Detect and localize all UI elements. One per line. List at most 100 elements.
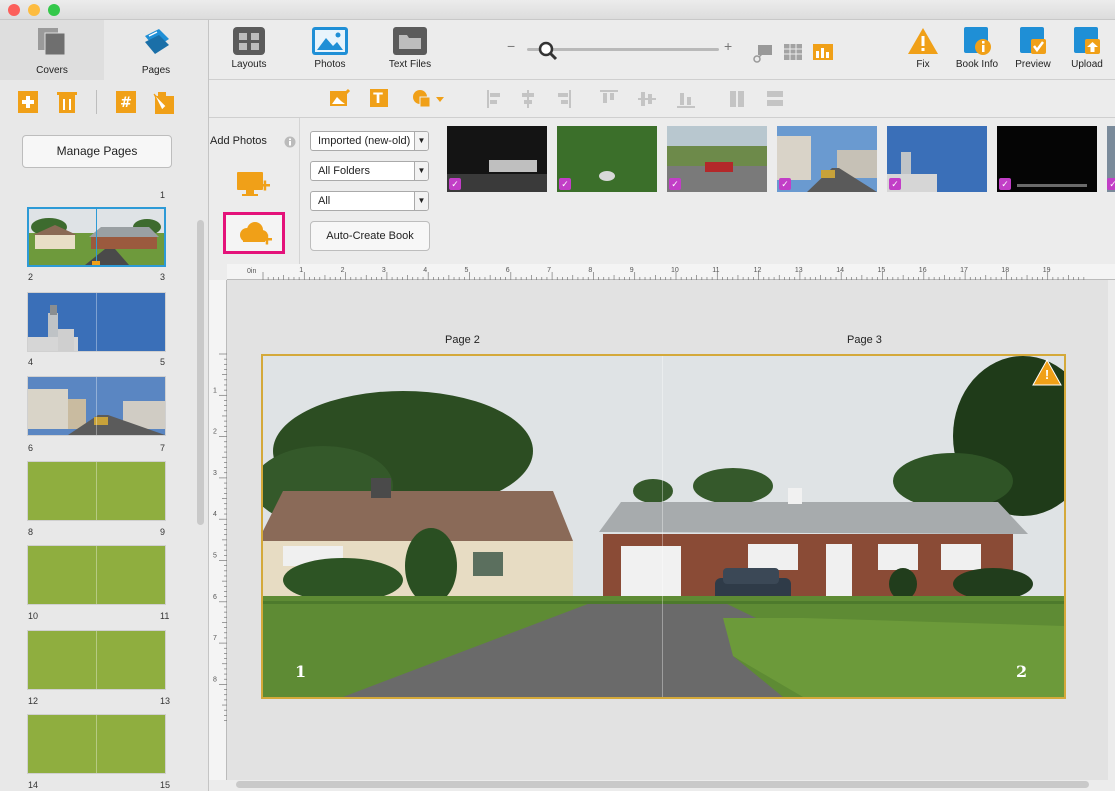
upload-button[interactable]: Upload [1067,26,1107,70]
photos-button[interactable]: Photos [307,26,353,70]
filter-select[interactable]: All ▼ [310,191,429,211]
covers-icon [38,28,66,56]
chevron-down-icon: ▼ [414,132,428,150]
sort-select[interactable]: Imported (new-old) ▼ [310,131,429,151]
edit-photo-icon[interactable] [329,88,351,108]
svg-text:#: # [120,95,132,111]
minimize-window-button[interactable] [28,4,40,16]
layouts-label: Layouts [231,59,267,70]
close-window-button[interactable] [8,4,20,16]
ruler-label: 7 [213,635,217,642]
cut-view-icon[interactable] [752,42,774,64]
page-number-right: 9 [160,527,166,537]
photo-thumbnail[interactable]: ✓ [997,126,1097,192]
main-toolbar: Layouts Photos Text Files − + Fix Book I… [209,20,1115,80]
page-number-right: 5 [160,357,166,367]
auto-create-book-button[interactable]: Auto-Create Book [310,221,430,251]
spread-thumbnail-6-7[interactable] [27,376,166,436]
book-info-button[interactable]: Book Info [953,26,1001,70]
fix-button[interactable]: Fix [903,26,943,70]
spread-thumbnail-8-9[interactable] [27,461,166,521]
ruler-label: 4 [423,267,427,274]
page-number-left: 12 [28,696,39,706]
spread-thumbnail-12-13[interactable] [27,630,166,690]
selected-check-icon: ✓ [449,178,461,190]
zoom-in-button[interactable]: + [724,38,732,54]
photo-thumbnail[interactable]: ✓ [1107,126,1115,192]
ruler-label: 6 [506,267,510,274]
sidebar-scrollbar[interactable] [197,220,204,525]
add-page-icon[interactable] [17,90,39,114]
spread-thumbnail-4-5[interactable] [27,292,166,352]
photo-image [447,126,547,192]
canvas-horizontal-scrollbar[interactable] [236,781,1089,788]
pages-icon [145,29,169,54]
delete-page-icon[interactable] [56,90,78,114]
spread-thumbnail-2-3[interactable] [27,207,166,267]
ruler-label: 7 [547,267,551,274]
ruler-label: 3 [382,267,386,274]
folder-select[interactable]: All Folders ▼ [310,161,429,181]
ruler-label: 3 [213,470,217,477]
ruler-origin-label: 0in [247,268,256,275]
low-resolution-warning-icon[interactable]: ! [1032,358,1062,386]
page-number-left: 14 [28,780,39,790]
page-style-icon[interactable] [152,90,174,114]
fix-label: Fix [916,59,930,70]
grid-view-icon[interactable] [784,44,802,60]
upload-icon [1074,27,1100,54]
shape-dropdown-icon[interactable] [411,88,445,108]
page-number-right: 15 [160,780,171,790]
ruler-label: 19 [1043,267,1051,274]
left-page-title: Page 2 [445,334,480,346]
magnifier-icon[interactable] [537,40,559,62]
page-number-left: 2 [28,272,34,282]
text-files-button[interactable]: Text Files [385,26,435,70]
info-icon[interactable] [284,136,296,148]
tab-pages[interactable]: Pages [104,20,208,80]
spread-photo-frame[interactable]: 1 2 ! [261,354,1066,699]
photo-thumbnail[interactable]: ✓ [447,126,547,192]
layouts-icon [233,27,265,55]
ruler-label: 13 [795,267,803,274]
chevron-down-icon: ▼ [414,162,428,180]
preview-button[interactable]: Preview [1013,26,1053,70]
selected-check-icon: ✓ [889,178,901,190]
ruler-label: 11 [712,267,719,274]
edit-text-icon[interactable]: T [369,88,391,108]
zoom-window-button[interactable] [48,4,60,16]
page-number-right: 3 [160,272,166,282]
spread-view-icon[interactable] [813,44,833,60]
page-number-left: 10 [28,611,39,621]
tab-covers[interactable]: Covers [0,20,104,80]
text-files-icon [393,27,427,55]
manage-pages-button[interactable]: Manage Pages [22,135,172,168]
selected-check-icon: ✓ [559,178,571,190]
book-canvas[interactable]: Page 2 Page 3 1 2 ! [227,280,1108,780]
tab-covers-label: Covers [36,65,68,76]
page-number-icon[interactable]: # [115,90,137,114]
ruler-label: 2 [213,429,217,436]
layouts-button[interactable]: Layouts [227,26,271,70]
warning-marker [92,261,100,265]
ruler-label: 9 [630,267,634,274]
ruler-label: 12 [754,267,762,274]
preview-label: Preview [1015,59,1051,70]
alignment-tools [487,90,783,108]
ruler-label: 18 [1001,267,1009,274]
ruler-label: 6 [213,594,217,601]
photo-thumbnail[interactable]: ✓ [557,126,657,192]
photo-thumbnail[interactable]: ✓ [777,126,877,192]
right-photo-number: 2 [1016,662,1028,681]
panel-divider [299,118,300,264]
add-from-computer-icon[interactable] [235,170,271,200]
pages-sidebar: Covers Pages # Manage Pages 1 2 3 4 5 6 … [0,20,209,791]
photo-thumbnail[interactable]: ✓ [887,126,987,192]
spread-thumbnail-14-15[interactable] [27,714,166,774]
photo-image [667,126,767,192]
add-from-cloud-button[interactable] [223,212,285,254]
chevron-down-icon: ▼ [414,192,428,210]
zoom-out-button[interactable]: − [507,38,515,54]
spread-thumbnail-10-11[interactable] [27,545,166,605]
photo-thumbnail[interactable]: ✓ [667,126,767,192]
